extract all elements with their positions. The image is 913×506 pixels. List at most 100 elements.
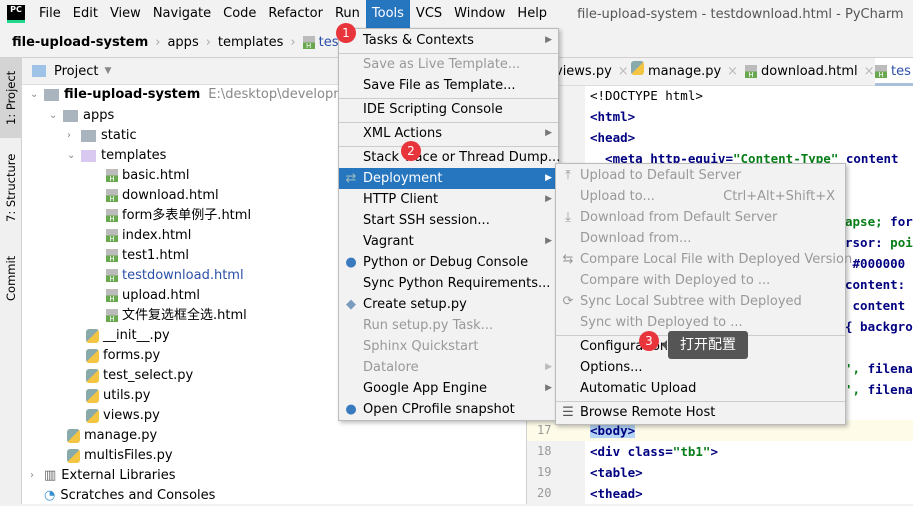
breadcrumb-project[interactable]: file-upload-system: [12, 35, 148, 50]
menu-item-xml-actions[interactable]: XML Actions ▶: [339, 123, 558, 144]
menu-item-label: Download from Default Server: [580, 210, 778, 225]
code-line[interactable]: <html>: [590, 106, 635, 127]
tree-item-file[interactable]: multisFiles.py: [67, 445, 173, 466]
tab-manage-py[interactable]: manage.py ×: [631, 58, 738, 86]
tab-views-py[interactable]: views.py ×: [555, 58, 629, 86]
tab-testdownload-html[interactable]: Htes: [875, 58, 913, 86]
tree-item-file[interactable]: forms.py: [86, 345, 160, 366]
code-line[interactable]: <thead>: [590, 483, 643, 504]
tree-item-file[interactable]: manage.py: [67, 425, 157, 446]
menu-item-upload-default[interactable]: ⤒ Upload to Default Server: [556, 165, 845, 186]
chevron-right-icon[interactable]: ›: [30, 465, 44, 486]
menu-code[interactable]: Code: [217, 0, 262, 28]
menu-item-sync-with[interactable]: Sync with Deployed to ...: [556, 312, 845, 333]
menu-item-sync-local-subtree[interactable]: ⟳ Sync Local Subtree with Deployed: [556, 291, 845, 312]
menu-item-upload-to[interactable]: Upload to... Ctrl+Alt+Shift+X: [556, 186, 845, 207]
menu-item-download-from[interactable]: Download from...: [556, 228, 845, 249]
menu-item-save-live-template[interactable]: Save as Live Template...: [339, 54, 558, 75]
tree-root[interactable]: ⌄ file-upload-system E:\desktop\developmen…: [30, 84, 376, 105]
breadcrumb-templates[interactable]: templates: [218, 35, 283, 50]
menu-item-deployment[interactable]: ⇄ Deployment ▶: [339, 168, 558, 189]
tool-tab-project[interactable]: 1: Project: [0, 58, 22, 138]
chevron-down-icon[interactable]: ▼: [104, 66, 111, 76]
tree-item-file[interactable]: Hupload.html: [106, 285, 200, 306]
tree-item-apps[interactable]: ⌄ apps: [49, 105, 114, 126]
menu-refactor[interactable]: Refactor: [262, 0, 329, 28]
menu-vcs[interactable]: VCS: [410, 0, 448, 28]
html-file-icon: H: [106, 169, 118, 183]
menu-item-compare-local[interactable]: ⇆ Compare Local File with Deployed Versio…: [556, 249, 853, 270]
tree-item-file[interactable]: Hbasic.html: [106, 165, 190, 186]
menu-item-automatic-upload[interactable]: Automatic Upload: [556, 378, 845, 399]
chevron-down-icon[interactable]: ⌄: [67, 145, 81, 166]
tab-label: views.py: [555, 64, 612, 79]
menu-file[interactable]: File: [33, 0, 67, 28]
code-line[interactable]: ', filena: [845, 358, 913, 379]
menu-edit[interactable]: Edit: [67, 0, 104, 28]
menu-item-options[interactable]: Options...: [556, 357, 845, 378]
tool-tab-structure[interactable]: 7: Structure: [0, 148, 22, 228]
close-icon[interactable]: ×: [864, 64, 875, 79]
tree-item-file[interactable]: Hindex.html: [106, 225, 191, 246]
menu-item-compare-with[interactable]: Compare with Deployed to ...: [556, 270, 845, 291]
close-icon[interactable]: ×: [618, 64, 629, 79]
menu-item-label: Start SSH session...: [363, 213, 490, 228]
tree-item-scratches[interactable]: ◔ Scratches and Consoles: [44, 485, 215, 506]
tree-item-file[interactable]: H 文件复选框全选.html: [106, 305, 247, 326]
menu-item-ide-scripting-console[interactable]: IDE Scripting Console: [339, 99, 558, 120]
code-line[interactable]: <div class="tb1">: [590, 441, 718, 462]
menu-item-stack-trace[interactable]: Stack Trace or Thread Dump...: [339, 147, 560, 168]
tree-item-static[interactable]: › static: [67, 125, 137, 146]
menu-item-cprofile[interactable]: ● Open CProfile snapshot: [339, 399, 558, 420]
tree-item-file[interactable]: test_select.py: [86, 365, 193, 386]
breadcrumb-apps[interactable]: apps: [167, 35, 198, 50]
menu-item-tasks-contexts[interactable]: Tasks & Contexts ▶: [339, 30, 558, 51]
tab-download-html[interactable]: Hdownload.html ×: [745, 58, 875, 86]
menu-help[interactable]: Help: [511, 0, 553, 28]
code-line[interactable]: <table>: [590, 462, 643, 483]
tree-item-templates[interactable]: ⌄ templates: [67, 145, 166, 166]
tree-item-file[interactable]: Htest1.html: [106, 245, 189, 266]
menu-item-http-client[interactable]: HTTP Client ▶: [339, 189, 558, 210]
code-line[interactable]: <head>: [590, 127, 635, 148]
code-line[interactable]: content:: [845, 274, 905, 295]
html-file-icon: H: [106, 229, 118, 243]
tree-item-file-selected[interactable]: Htestdownload.html: [106, 265, 244, 286]
menu-item-vagrant[interactable]: Vagrant ▶: [339, 231, 558, 252]
code-line[interactable]: <!DOCTYPE html>: [590, 85, 703, 106]
code-line[interactable]: ', filena: [845, 379, 913, 400]
code-line[interactable]: content: [845, 295, 906, 316]
tree-item-file[interactable]: Hform多表单例子.html: [106, 205, 251, 226]
chevron-down-icon[interactable]: ⌄: [30, 84, 44, 105]
code-line[interactable]: { backgro: [845, 316, 913, 337]
menu-tools[interactable]: Tools: [365, 0, 410, 28]
menu-item-sphinx-quickstart[interactable]: Sphinx Quickstart: [339, 336, 558, 357]
tree-item-file[interactable]: __init__.py: [86, 325, 170, 346]
tree-label: templates: [101, 148, 167, 163]
code-line[interactable]: #000000: [845, 253, 906, 274]
tree-item-external-libraries[interactable]: › ▥ External Libraries: [30, 465, 176, 486]
menu-item-run-setup-task[interactable]: Run setup.py Task...: [339, 315, 558, 336]
tree-item-file[interactable]: Hdownload.html: [106, 185, 219, 206]
tree-item-file[interactable]: views.py: [86, 405, 160, 426]
tree-item-file[interactable]: utils.py: [86, 385, 150, 406]
project-view-selector[interactable]: Project: [54, 64, 98, 79]
menu-item-google-app-engine[interactable]: Google App Engine ▶: [339, 378, 558, 399]
menu-item-start-ssh[interactable]: Start SSH session...: [339, 210, 558, 231]
menu-view[interactable]: View: [104, 0, 147, 28]
code-line[interactable]: rsor: poi: [845, 232, 913, 253]
chevron-right-icon[interactable]: ›: [67, 125, 81, 146]
menu-item-datalore[interactable]: Datalore ▶: [339, 357, 558, 378]
menu-item-create-setup[interactable]: ◆ Create setup.py: [339, 294, 558, 315]
menu-item-download-default[interactable]: ⤓ Download from Default Server: [556, 207, 845, 228]
tool-tab-commit[interactable]: Commit: [0, 248, 22, 308]
menu-item-sync-requirements[interactable]: Sync Python Requirements...: [339, 273, 558, 294]
menu-item-save-file-template[interactable]: Save File as Template...: [339, 75, 558, 96]
menu-window[interactable]: Window: [448, 0, 511, 28]
menu-item-browse-remote-host[interactable]: ☰ Browse Remote Host: [556, 402, 845, 423]
menu-item-python-console[interactable]: ● Python or Debug Console: [339, 252, 558, 273]
chevron-down-icon[interactable]: ⌄: [49, 105, 63, 126]
close-icon[interactable]: ×: [727, 64, 738, 79]
menu-navigate[interactable]: Navigate: [147, 0, 217, 28]
code-line[interactable]: apse; for: [845, 211, 913, 232]
